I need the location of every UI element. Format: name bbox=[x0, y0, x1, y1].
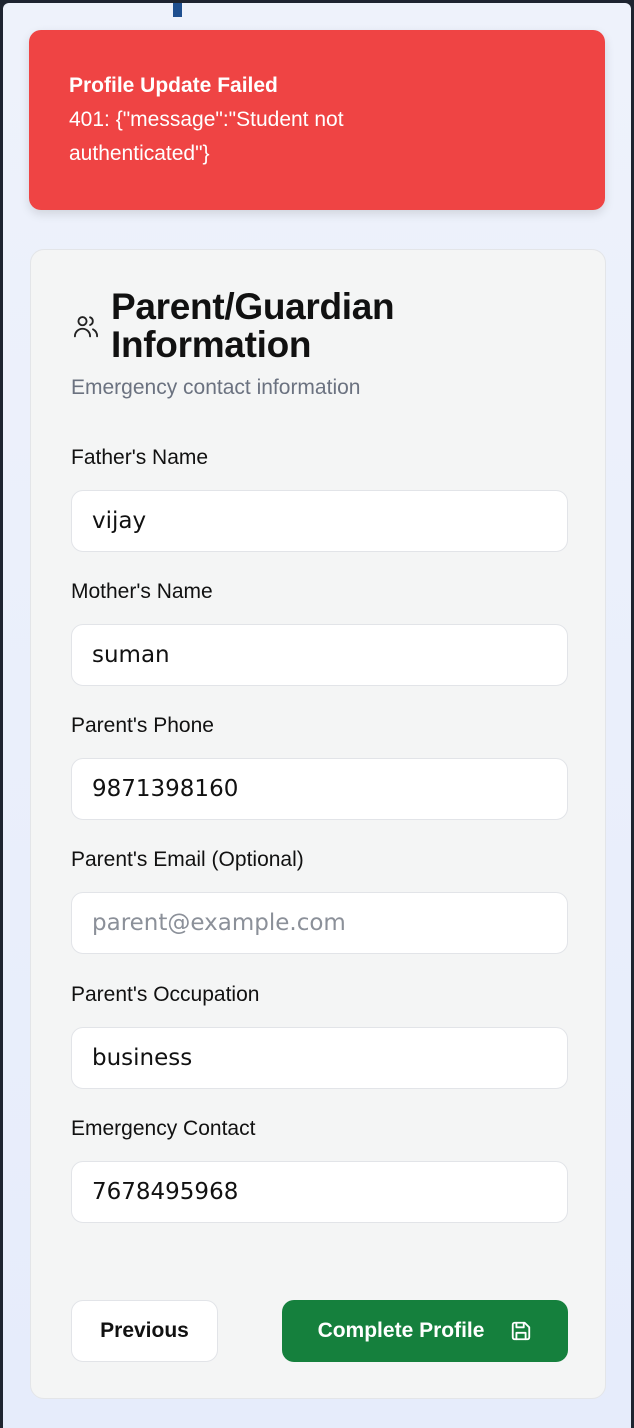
error-toast: Profile Update Failed 401: {"message":"S… bbox=[29, 30, 605, 210]
app-frame: Profile Update Failed 401: {"message":"S… bbox=[3, 3, 631, 1428]
toast-message: 401: {"message":"Student not authenticat… bbox=[69, 108, 344, 165]
father-name-input[interactable] bbox=[71, 490, 568, 552]
parent-phone-label: Parent's Phone bbox=[71, 714, 214, 737]
mother-name-input[interactable] bbox=[71, 624, 568, 686]
parent-email-input[interactable] bbox=[71, 892, 568, 954]
complete-profile-button[interactable]: Complete Profile bbox=[282, 1300, 568, 1362]
father-name-label: Father's Name bbox=[71, 446, 209, 469]
parent-email-label: Parent's Email (Optional) bbox=[71, 848, 304, 871]
card-header: Parent/Guardian Information bbox=[71, 288, 451, 364]
header-fragment bbox=[173, 3, 182, 17]
card-title: Parent/Guardian Information bbox=[111, 286, 395, 365]
card-subtitle: Emergency contact information bbox=[71, 376, 361, 399]
toast-title: Profile Update Failed bbox=[69, 74, 278, 97]
emergency-contact-label: Emergency Contact bbox=[71, 1117, 256, 1140]
mother-name-label: Mother's Name bbox=[71, 580, 213, 603]
save-icon bbox=[510, 1320, 532, 1342]
complete-profile-label: Complete Profile bbox=[317, 1319, 485, 1342]
users-icon bbox=[71, 312, 101, 342]
emergency-contact-input[interactable] bbox=[71, 1161, 568, 1223]
parent-phone-input[interactable] bbox=[71, 758, 568, 820]
parent-info-card: Parent/Guardian Information Emergency co… bbox=[30, 249, 606, 1399]
previous-button[interactable]: Previous bbox=[71, 1300, 218, 1362]
parent-occupation-label: Parent's Occupation bbox=[71, 983, 260, 1006]
parent-occupation-input[interactable] bbox=[71, 1027, 568, 1089]
